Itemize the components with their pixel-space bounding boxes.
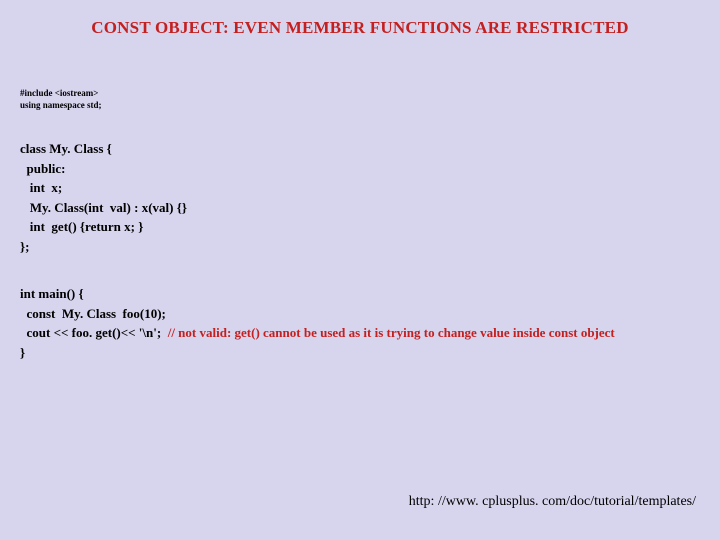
code-line: public: <box>20 159 700 179</box>
code-comment: // not valid: get() cannot be used as it… <box>168 325 615 340</box>
slide-title: CONST OBJECT: EVEN MEMBER FUNCTIONS ARE … <box>0 0 720 38</box>
main-function: int main() { const My. Class foo(10); co… <box>20 284 700 362</box>
code-line: const My. Class foo(10); <box>20 304 700 324</box>
code-line: int main() { <box>20 284 700 304</box>
include-line: #include <iostream> <box>20 88 700 100</box>
using-line: using namespace std; <box>20 100 700 112</box>
code-line: class My. Class { <box>20 139 700 159</box>
code-text: cout << foo. get()<< '\n'; <box>20 325 168 340</box>
code-line: }; <box>20 237 700 257</box>
code-line: } <box>20 343 700 363</box>
code-line: cout << foo. get()<< '\n'; // not valid:… <box>20 323 700 343</box>
code-line: int get() {return x; } <box>20 217 700 237</box>
class-definition: class My. Class { public: int x; My. Cla… <box>20 139 700 256</box>
include-block: #include <iostream> using namespace std; <box>20 88 700 111</box>
slide-content: #include <iostream> using namespace std;… <box>0 38 720 362</box>
code-line: int x; <box>20 178 700 198</box>
code-line: My. Class(int val) : x(val) {} <box>20 198 700 218</box>
footer-url: http: //www. cplusplus. com/doc/tutorial… <box>409 494 696 510</box>
